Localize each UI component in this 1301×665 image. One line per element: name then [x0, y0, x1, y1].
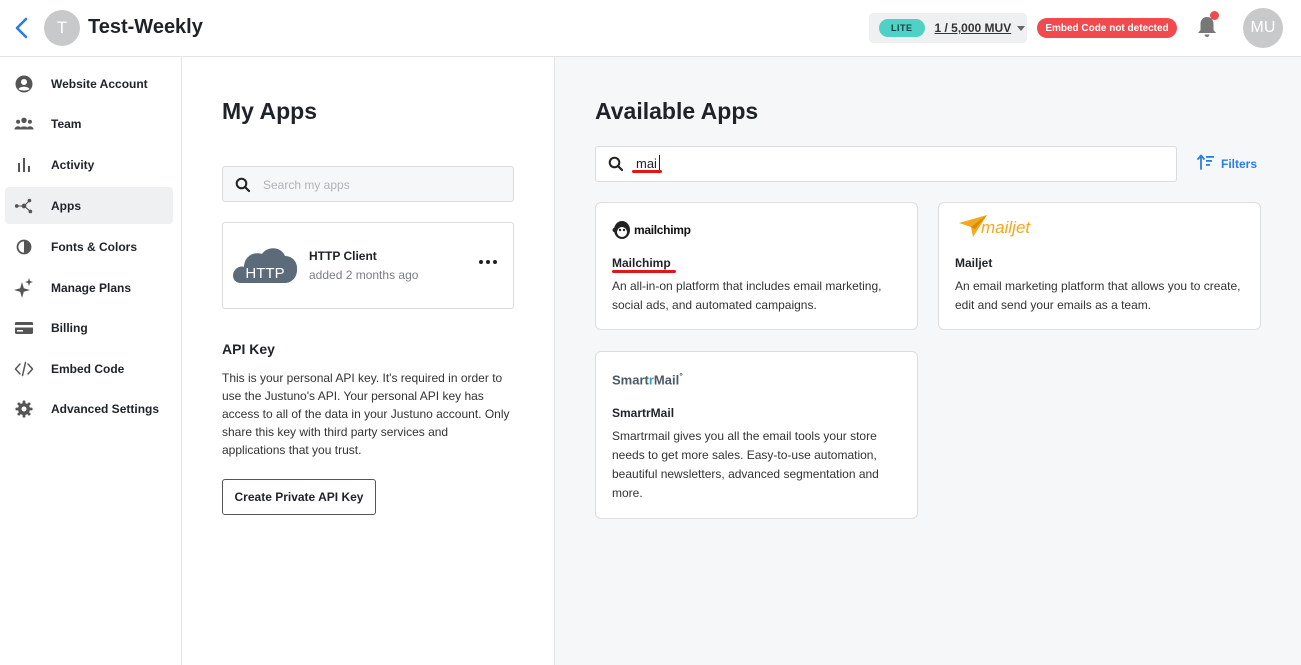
sidebar-item-label: Billing — [51, 320, 88, 335]
sidebar-item-label: Advanced Settings — [51, 401, 160, 416]
more-options-icon[interactable] — [477, 253, 499, 271]
app-name: Mailjet — [955, 256, 993, 270]
installed-app-name: HTTP Client — [309, 249, 377, 263]
gear-icon — [14, 399, 34, 419]
site-title: Test-Weekly — [88, 16, 203, 38]
site-avatar[interactable]: T — [44, 10, 80, 46]
sidebar-item-fonts-colors[interactable]: Fonts & Colors — [5, 228, 173, 265]
sidebar-item-label: Activity — [51, 157, 95, 172]
sidebar-item-label: Apps — [51, 198, 81, 213]
sidebar-item-label: Manage Plans — [51, 280, 132, 295]
plan-badge: LITE — [879, 19, 925, 37]
filters-label: Filters — [1221, 156, 1258, 171]
search-icon — [608, 156, 624, 172]
sidebar: Website Account Team Activity Apps Fonts… — [0, 57, 182, 665]
search-value: mai — [636, 156, 657, 171]
sidebar-item-advanced-settings[interactable]: Advanced Settings — [5, 390, 173, 427]
smartrmail-logo-part: Mail — [653, 372, 680, 388]
smartrmail-logo-part: Smart — [612, 372, 649, 388]
installed-app-card[interactable]: HTTP HTTP Client added 2 months ago — [222, 222, 514, 309]
user-avatar[interactable]: MU — [1243, 8, 1283, 48]
app-description: An email marketing platform that allows … — [955, 279, 1241, 312]
sidebar-item-activity[interactable]: Activity — [5, 146, 173, 183]
embed-status-badge[interactable]: Embed Code not detected — [1037, 18, 1177, 38]
search-available-apps-input[interactable]: mai — [595, 146, 1177, 182]
sidebar-item-manage-plans[interactable]: Manage Plans — [5, 269, 173, 306]
http-logo-text: HTTP — [245, 265, 284, 282]
contrast-icon — [14, 237, 34, 257]
annotation-underline — [612, 270, 676, 273]
search-my-apps-input[interactable]: Search my apps — [222, 166, 514, 202]
account-circle-icon — [14, 74, 34, 94]
sparkle-icon — [14, 277, 34, 298]
sidebar-item-embed-code[interactable]: Embed Code — [5, 350, 173, 387]
top-header: T Test-Weekly LITE 1 / 5,000 MUV Embed C… — [0, 0, 1301, 57]
mailchimp-logo: mailchimp — [612, 219, 691, 241]
app-card-smartrmail[interactable]: SmartrMail° SmartrMail Smartrmail gives … — [595, 351, 918, 519]
api-key-title: API Key — [222, 341, 275, 357]
apps-hub-icon — [14, 196, 34, 216]
bar-chart-icon — [14, 155, 34, 175]
sidebar-item-website-account[interactable]: Website Account — [5, 65, 173, 102]
notification-dot — [1210, 11, 1219, 20]
app-description: An all-in-on platform that includes emai… — [612, 279, 882, 312]
credit-card-icon — [14, 318, 34, 338]
app-card-mailjet[interactable]: mailjet Mailjet An email marketing platf… — [938, 202, 1261, 330]
muv-usage: 1 / 5,000 MUV — [934, 21, 1012, 35]
sidebar-item-label: Team — [51, 116, 82, 131]
my-apps-panel: My Apps Search my apps HTTP HTTP Client … — [182, 57, 555, 665]
create-api-key-button[interactable]: Create Private API Key — [222, 479, 376, 515]
mailjet-logo: mailjet — [959, 215, 1030, 237]
available-apps-panel: Available Apps mai Filters mailchimp Mai… — [555, 57, 1301, 665]
installed-app-added: added 2 months ago — [309, 268, 419, 282]
code-icon — [14, 359, 34, 379]
sidebar-item-apps[interactable]: Apps — [5, 187, 173, 224]
available-apps-title: Available Apps — [595, 98, 759, 124]
smartrmail-logo: SmartrMail° — [612, 371, 683, 387]
app-name: SmartrMail — [612, 406, 675, 420]
filters-button[interactable]: Filters — [1197, 154, 1257, 173]
search-icon — [235, 177, 251, 193]
app-card-mailchimp[interactable]: mailchimp Mailchimp An all-in-on platfor… — [595, 202, 918, 330]
chevron-down-icon — [1017, 25, 1026, 31]
sort-filter-icon — [1197, 154, 1215, 173]
app-name: Mailchimp — [612, 256, 671, 270]
mailchimp-monkey-icon — [612, 221, 630, 239]
sidebar-item-billing[interactable]: Billing — [5, 309, 173, 346]
mailchimp-logo-text: mailchimp — [634, 223, 691, 237]
api-key-description: This is your personal API key. It's requ… — [222, 371, 510, 457]
sidebar-item-label: Embed Code — [51, 361, 125, 376]
my-apps-title: My Apps — [222, 98, 317, 124]
cloud-logo-icon: HTTP — [231, 243, 299, 290]
annotation-underline — [632, 170, 662, 173]
search-placeholder: Search my apps — [263, 178, 350, 192]
sidebar-item-team[interactable]: Team — [5, 105, 173, 142]
mailjet-logo-text: mailjet — [981, 218, 1031, 237]
back-arrow-icon[interactable] — [12, 14, 32, 42]
team-icon — [14, 114, 34, 134]
registered-mark-icon: ° — [679, 371, 683, 381]
plan-usage-dropdown[interactable]: LITE 1 / 5,000 MUV — [869, 13, 1027, 43]
sidebar-item-label: Fonts & Colors — [51, 239, 137, 254]
app-description: Smartrmail gives you all the email tools… — [612, 429, 879, 500]
sidebar-item-label: Website Account — [51, 76, 148, 91]
